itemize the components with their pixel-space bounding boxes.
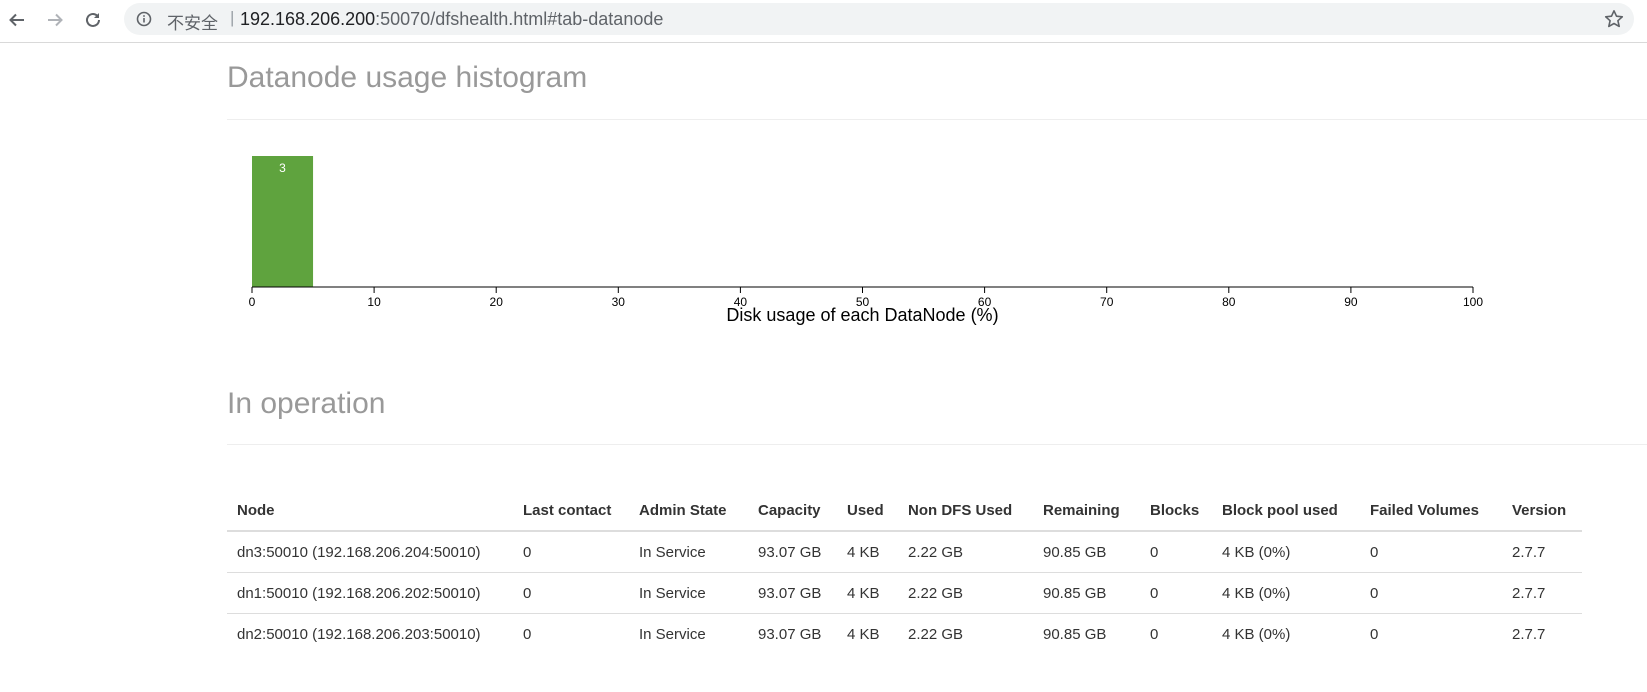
cell-non-dfs-used: 2.22 GB [898, 572, 1033, 614]
cell-last-contact: 0 [513, 572, 629, 614]
datanodes-table: Node Last contact Admin State Capacity U… [227, 490, 1582, 654]
cell-admin-state: In Service [639, 625, 706, 643]
cell-node: dn1:50010 (192.168.206.202:50010) [227, 572, 513, 614]
col-non-dfs-used[interactable]: Non DFS Used [898, 490, 1033, 532]
cell-remaining: 90.85 GB [1033, 531, 1140, 573]
cell-last-contact: 0 [513, 531, 629, 573]
back-arrow-icon [9, 13, 24, 27]
col-capacity[interactable]: Capacity [748, 490, 837, 532]
info-icon[interactable] [136, 11, 152, 27]
cell-version: 2.7.7 [1502, 531, 1582, 573]
histogram-heading: Datanode usage histogram [227, 61, 588, 94]
col-admin-state[interactable]: Admin State [629, 490, 748, 532]
forward-arrow-icon [48, 13, 63, 27]
reload-button[interactable] [80, 7, 106, 33]
url-path: :50070/dfshealth.html#tab-datanode [375, 9, 664, 29]
cell-node: dn2:50010 (192.168.206.203:50010) [237, 625, 481, 643]
col-node[interactable]: Node [227, 490, 513, 532]
address-bar[interactable]: 不安全 | 192.168.206.200:50070/dfshealth.ht… [124, 3, 1634, 35]
table-row: dn2:50010 (192.168.206.203:50010) 0 In S… [227, 614, 1582, 655]
x-tick-label: 10 [367, 295, 381, 309]
cell-version: 2.7.7 [1502, 572, 1582, 614]
x-tick-label: 20 [490, 295, 504, 309]
x-tick-label: 30 [612, 295, 626, 309]
cell-remaining: 90.85 GB [1033, 572, 1140, 614]
reload-icon [86, 12, 100, 27]
col-last-contact[interactable]: Last contact [513, 490, 629, 532]
url-host: 192.168.206.200 [240, 9, 376, 29]
cell-block-pool-used: 4 KB (0%) [1222, 625, 1291, 643]
cell-block-pool-used: 4 KB (0%) [1212, 572, 1360, 614]
x-tick-label: 70 [1100, 295, 1114, 309]
cell-used: 4 KB [847, 625, 880, 643]
cell-capacity: 93.07 GB [748, 531, 837, 573]
cell-failed-volumes: 0 [1360, 572, 1502, 614]
cell-failed-volumes: 0 [1360, 531, 1502, 573]
cell-version: 2.7.7 [1512, 625, 1546, 643]
x-tick-label: 100 [1463, 295, 1483, 309]
in-operation-heading: In operation [227, 387, 386, 420]
col-blocks[interactable]: Blocks [1140, 490, 1212, 532]
bar-value-label: 3 [279, 161, 286, 175]
cell-capacity: 93.07 GB [758, 625, 822, 643]
table-header-row: Node Last contact Admin State Capacity U… [227, 490, 1582, 532]
cell-used: 4 KB [837, 572, 898, 614]
x-tick-label: 0 [249, 295, 256, 309]
cell-remaining: 90.85 GB [1043, 625, 1107, 643]
x-tick-label: 90 [1344, 295, 1358, 309]
in-operation-divider [227, 444, 1647, 445]
forward-button[interactable] [42, 7, 68, 33]
cell-blocks: 0 [1150, 625, 1159, 643]
cell-capacity: 93.07 GB [748, 572, 837, 614]
url-text[interactable]: 192.168.206.200:50070/dfshealth.html#tab… [240, 9, 663, 30]
cell-blocks: 0 [1140, 531, 1212, 573]
usage-histogram-chart: 3 0 10 20 30 40 50 60 70 80 90 100 Disk usage of e… [249, 156, 1483, 325]
table-row: dn3:50010 (192.168.206.204:50010) 0 In S… [227, 531, 1582, 573]
browser-toolbar: 不安全 | 192.168.206.200:50070/dfshealth.ht… [0, 0, 1647, 43]
cell-block-pool-used: 4 KB (0%) [1212, 531, 1360, 573]
cell-non-dfs-used: 2.22 GB [908, 625, 964, 643]
histogram-divider [227, 119, 1647, 120]
cell-failed-volumes: 0 [1370, 625, 1379, 643]
col-block-pool-used[interactable]: Block pool used [1212, 490, 1360, 532]
col-failed-volumes[interactable]: Failed Volumes [1360, 490, 1502, 532]
cell-admin-state: In Service [629, 572, 748, 614]
omnibox-separator: | [230, 8, 235, 27]
cell-used: 4 KB [837, 531, 898, 573]
col-version[interactable]: Version [1502, 490, 1582, 532]
cell-non-dfs-used: 2.22 GB [898, 531, 1033, 573]
cell-node: dn3:50010 (192.168.206.204:50010) [227, 531, 513, 573]
table-row: dn1:50010 (192.168.206.202:50010) 0 In S… [227, 572, 1582, 614]
col-remaining[interactable]: Remaining [1033, 490, 1140, 532]
cell-blocks: 0 [1140, 572, 1212, 614]
star-icon[interactable] [1604, 9, 1624, 29]
back-button[interactable] [4, 7, 30, 33]
x-axis-label: Disk usage of each DataNode (%) [726, 305, 998, 325]
insecure-label: 不安全 [167, 14, 218, 34]
histogram-bar [252, 156, 314, 287]
x-tick-label: 80 [1222, 295, 1236, 309]
col-used[interactable]: Used [837, 490, 898, 532]
cell-admin-state: In Service [629, 531, 748, 573]
cell-last-contact: 0 [523, 625, 532, 643]
